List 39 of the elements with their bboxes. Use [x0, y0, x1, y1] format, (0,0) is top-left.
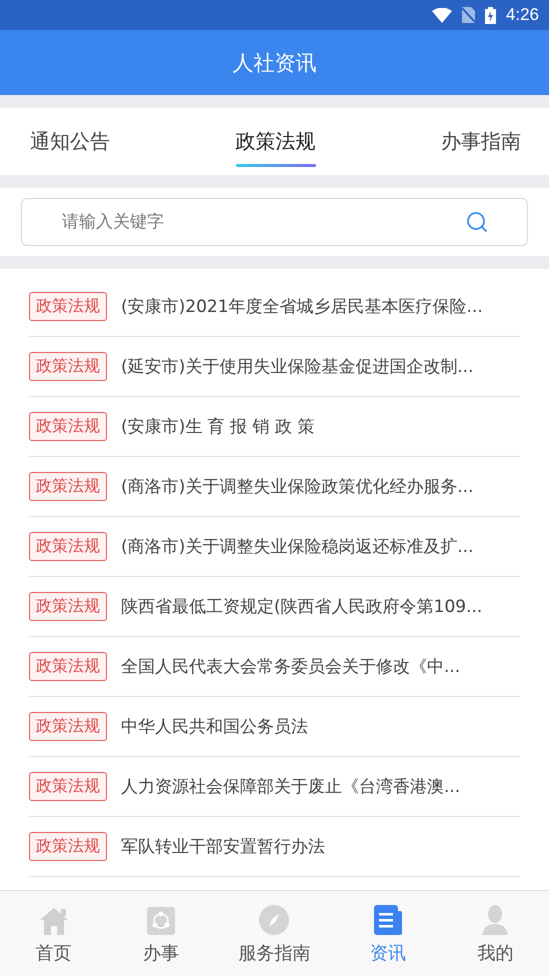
document-icon — [374, 904, 402, 934]
article-title[interactable]: (商洛市)关于调整失业保险稳岗返还标准及扩... — [121, 535, 474, 558]
tab[interactable]: 政策法规 — [236, 108, 316, 175]
nav-item[interactable]: 办事 — [131, 902, 192, 964]
article-title[interactable]: 军队转业干部安置暂行办法 — [121, 835, 325, 858]
nav-item[interactable]: 我的 — [465, 902, 526, 964]
home-icon — [38, 906, 69, 934]
article-title[interactable]: (延安市)关于使用失业保险基金促进国企改制... — [121, 355, 474, 378]
category-tag: 政策法规 — [29, 712, 107, 741]
search-field[interactable]: 请输入关键字 — [21, 198, 528, 246]
page-title: 人社资讯 — [232, 50, 316, 76]
battery-icon — [484, 6, 496, 24]
category-tag: 政策法规 — [29, 472, 107, 501]
category-tag: 政策法规 — [29, 592, 107, 621]
category-tag: 政策法规 — [29, 772, 107, 801]
article-title[interactable]: (安康市)2021年度全省城乡居民基本医疗保险... — [121, 295, 483, 318]
category-tag: 政策法规 — [29, 352, 107, 381]
wifi-icon — [432, 8, 452, 22]
category-tag: 政策法规 — [29, 652, 107, 681]
category-tag: 政策法规 — [29, 412, 107, 441]
tab[interactable]: 通知公告 — [30, 108, 110, 175]
category-tag: 政策法规 — [29, 292, 107, 321]
tab[interactable]: 办事指南 — [441, 108, 521, 175]
article-title[interactable]: 陕西省最低工资规定(陕西省人民政府令第109... — [121, 595, 482, 618]
article-title[interactable]: 中华人民共和国公务员法 — [121, 715, 308, 738]
article-title[interactable]: (商洛市)关于调整失业保险政策优化经办服务... — [121, 475, 474, 498]
article-title[interactable]: 全国人民代表大会常务委员会关于修改《中... — [121, 655, 460, 678]
nav-item[interactable]: 服务指南 — [238, 902, 310, 964]
compass-icon — [259, 904, 290, 934]
no-sim-icon — [462, 7, 475, 23]
category-tag: 政策法规 — [29, 532, 107, 561]
share-nodes-icon — [147, 906, 176, 934]
nav-item[interactable]: 首页 — [24, 902, 84, 964]
article-title[interactable]: (安康市)生 育 报 销 政 策 — [121, 415, 314, 438]
category-tag: 政策法规 — [29, 832, 107, 861]
person-icon — [482, 904, 508, 934]
clock-time: 4:26 — [506, 5, 539, 25]
search-icon[interactable] — [466, 211, 488, 233]
article-title[interactable]: 人力资源社会保障部关于废止《台湾香港澳... — [121, 775, 460, 798]
